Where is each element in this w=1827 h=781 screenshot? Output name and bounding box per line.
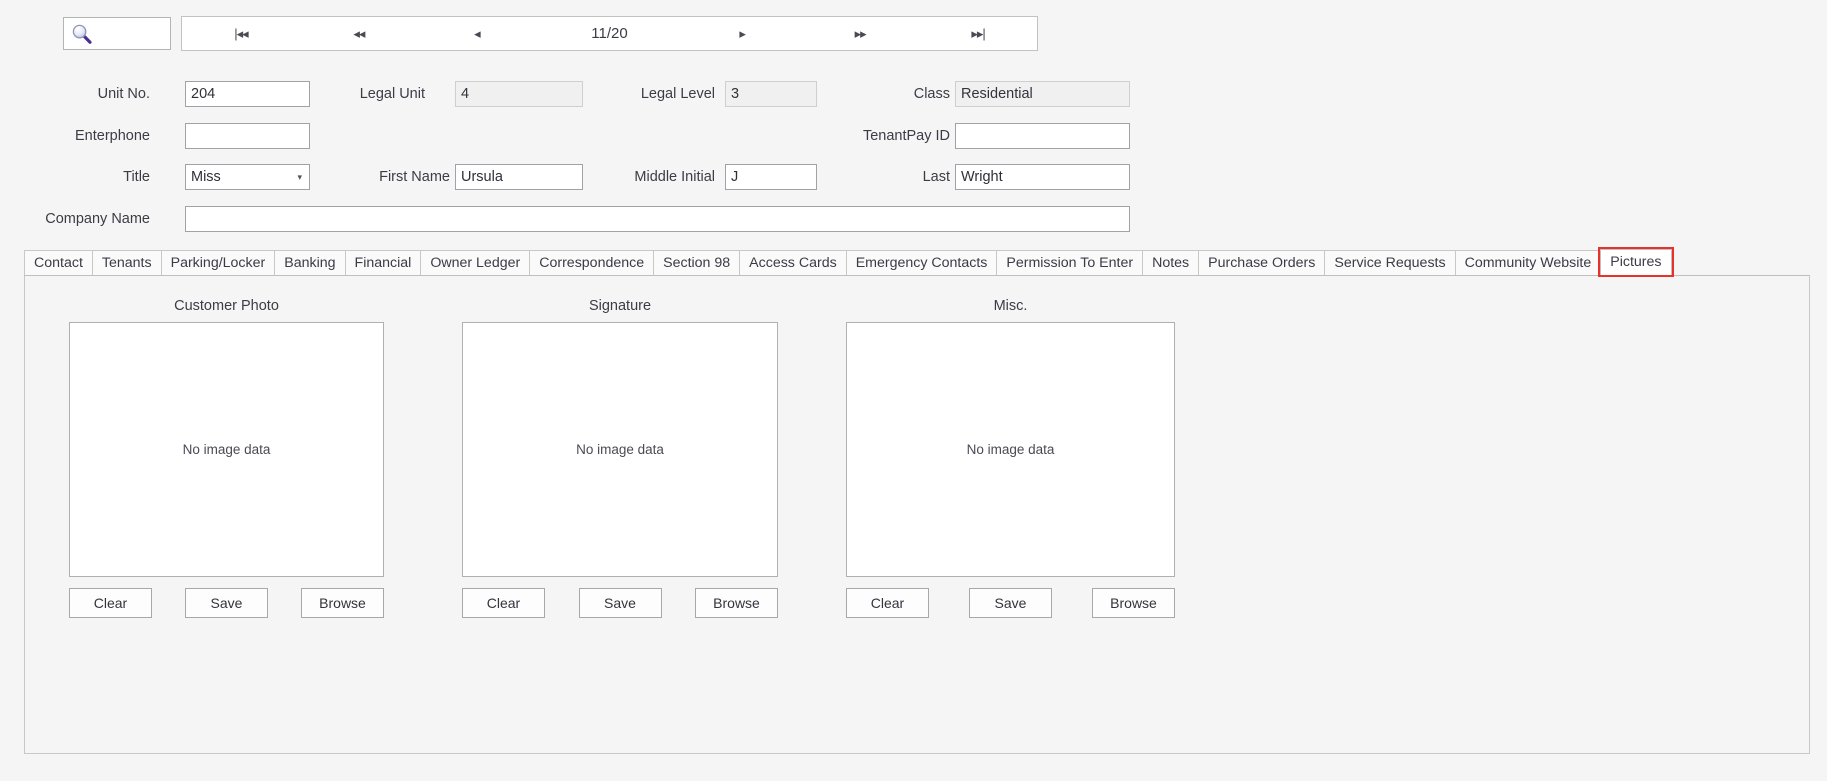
- owner-details-form: Unit No. 204 Legal Unit 4 Legal Level 3 …: [0, 66, 1827, 236]
- misc-browse-button[interactable]: Browse: [1092, 588, 1175, 618]
- customer-photo-browse-button[interactable]: Browse: [301, 588, 384, 618]
- tab-tenants[interactable]: Tenants: [91, 250, 162, 275]
- class-input[interactable]: Residential: [955, 81, 1130, 107]
- signature-save-button[interactable]: Save: [578, 588, 662, 618]
- signature-buttons: Clear Save Browse: [462, 588, 778, 618]
- tab-contact[interactable]: Contact: [24, 250, 93, 275]
- picture-panel-customer-photo: Customer Photo No image data Clear Save …: [69, 298, 384, 618]
- tab-owner-ledger[interactable]: Owner Ledger: [420, 250, 531, 275]
- record-toolbar: |◂◂ ◂◂ ◂ 11/20 ▸ ▸▸ ▸▸|: [0, 0, 1827, 66]
- signature-browse-button[interactable]: Browse: [695, 588, 778, 618]
- tab-purchase-orders[interactable]: Purchase Orders: [1198, 250, 1326, 275]
- tenantpay-id-label: TenantPay ID: [862, 128, 950, 144]
- application-window: |◂◂ ◂◂ ◂ 11/20 ▸ ▸▸ ▸▸| Unit No. 204 Leg…: [0, 0, 1827, 781]
- title-combobox-value: Miss: [191, 169, 221, 185]
- magnifier-icon: [72, 24, 92, 44]
- company-name-input[interactable]: [185, 206, 1130, 232]
- customer-photo-buttons: Clear Save Browse: [69, 588, 384, 618]
- search-input[interactable]: [63, 17, 171, 50]
- tab-correspondence[interactable]: Correspondence: [529, 250, 655, 275]
- nav-last-button[interactable]: ▸▸|: [919, 17, 1037, 50]
- tenantpay-id-input[interactable]: [955, 123, 1130, 149]
- nav-first-button[interactable]: |◂◂: [182, 17, 300, 50]
- middle-initial-label: Middle Initial: [634, 169, 715, 185]
- last-name-input[interactable]: Wright: [955, 164, 1130, 190]
- picture-panel-title: Customer Photo: [174, 298, 279, 314]
- misc-buttons: Clear Save Browse: [846, 588, 1175, 618]
- tab-service-requests[interactable]: Service Requests: [1324, 250, 1456, 275]
- unit-no-input[interactable]: 204: [185, 81, 310, 107]
- picture-panel-misc: Misc. No image data Clear Save Browse: [846, 298, 1175, 618]
- picture-panel-signature: Signature No image data Clear Save Brows…: [462, 298, 778, 618]
- tab-parking-locker[interactable]: Parking/Locker: [160, 250, 276, 275]
- tab-pictures[interactable]: Pictures: [1598, 247, 1674, 277]
- legal-level-label: Legal Level: [640, 86, 715, 102]
- customer-photo-save-button[interactable]: Save: [185, 588, 268, 618]
- tab-container: Contact Tenants Parking/Locker Banking Finan…: [24, 247, 1810, 755]
- last-name-label: Last: [922, 169, 950, 185]
- tab-financial[interactable]: Financial: [344, 250, 422, 275]
- enterphone-label: Enterphone: [75, 128, 150, 144]
- tab-community-website[interactable]: Community Website: [1454, 250, 1602, 275]
- misc-preview[interactable]: No image data: [846, 322, 1175, 577]
- signature-clear-button[interactable]: Clear: [462, 588, 545, 618]
- company-name-label: Company Name: [45, 211, 150, 227]
- picture-panel-title: Signature: [588, 298, 652, 314]
- unit-no-label: Unit No.: [97, 86, 150, 102]
- pictures-tab-panel: Customer Photo No image data Clear Save …: [24, 276, 1810, 754]
- enterphone-input[interactable]: [185, 123, 310, 149]
- class-label: Class: [913, 86, 950, 102]
- nav-next-button[interactable]: ▸: [683, 17, 801, 50]
- nav-next-page-button[interactable]: ▸▸: [801, 17, 919, 50]
- tab-banking[interactable]: Banking: [274, 250, 346, 275]
- picture-panel-title: Misc.: [993, 298, 1028, 314]
- tab-strip: Contact Tenants Parking/Locker Banking Finan…: [24, 247, 1810, 277]
- misc-save-button[interactable]: Save: [969, 588, 1052, 618]
- tab-access-cards[interactable]: Access Cards: [739, 250, 847, 275]
- title-label: Title: [123, 169, 150, 185]
- tab-emergency-contacts[interactable]: Emergency Contacts: [845, 250, 998, 275]
- nav-prev-button[interactable]: ◂: [418, 17, 536, 50]
- record-navigator: |◂◂ ◂◂ ◂ 11/20 ▸ ▸▸ ▸▸|: [181, 16, 1038, 51]
- first-name-label: First Name: [379, 169, 450, 185]
- tab-notes[interactable]: Notes: [1142, 250, 1200, 275]
- legal-unit-label: Legal Unit: [359, 86, 425, 102]
- misc-clear-button[interactable]: Clear: [846, 588, 929, 618]
- tab-section-98[interactable]: Section 98: [653, 250, 741, 275]
- signature-preview[interactable]: No image data: [462, 322, 778, 577]
- tab-permission-to-enter[interactable]: Permission To Enter: [996, 250, 1144, 275]
- nav-position-indicator: 11/20: [591, 25, 628, 42]
- customer-photo-preview[interactable]: No image data: [69, 322, 384, 577]
- nav-prev-page-button[interactable]: ◂◂: [300, 17, 418, 50]
- customer-photo-clear-button[interactable]: Clear: [69, 588, 152, 618]
